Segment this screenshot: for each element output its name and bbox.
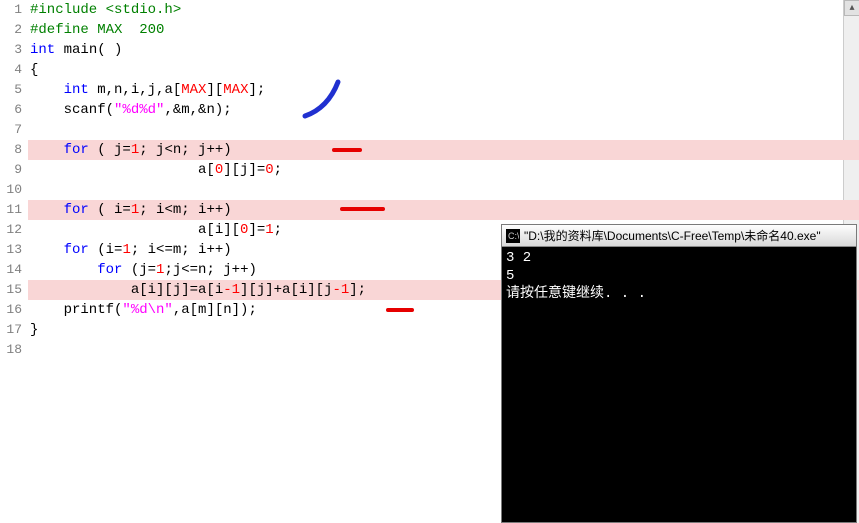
- code-token: [30, 242, 64, 258]
- code-content[interactable]: #define MAX 200: [28, 20, 859, 40]
- code-token: [30, 142, 64, 158]
- code-token: ];: [249, 82, 266, 98]
- code-line[interactable]: 5 int m,n,i,j,a[MAX][MAX];: [0, 80, 859, 100]
- code-token: ; i<m; i++): [139, 202, 231, 218]
- line-number: 17: [0, 320, 28, 340]
- code-token: -1: [223, 282, 240, 298]
- code-token: MAX: [223, 82, 248, 98]
- code-line[interactable]: 3int main( ): [0, 40, 859, 60]
- code-content[interactable]: for ( i=1; i<m; i++): [28, 200, 859, 220]
- line-number: 16: [0, 300, 28, 320]
- console-title: "D:\我的资料库\Documents\C-Free\Temp\未命名40.ex…: [524, 227, 852, 244]
- code-token: 0: [215, 162, 223, 178]
- line-number: 9: [0, 160, 28, 180]
- code-line[interactable]: 6 scanf("%d%d",&m,&n);: [0, 100, 859, 120]
- line-number: 11: [0, 200, 28, 220]
- code-token: for: [97, 262, 122, 278]
- line-number: 5: [0, 80, 28, 100]
- code-line[interactable]: 7: [0, 120, 859, 140]
- code-content[interactable]: #include <stdio.h>: [28, 0, 859, 20]
- code-token: -1: [332, 282, 349, 298]
- line-number: 18: [0, 340, 28, 360]
- code-token: ;: [274, 222, 282, 238]
- code-token: MAX: [181, 82, 206, 98]
- code-token: "%d%d": [114, 102, 164, 118]
- code-token: for: [64, 142, 89, 158]
- code-token: ];: [349, 282, 366, 298]
- code-token: scanf(: [30, 102, 114, 118]
- code-token: a[: [30, 162, 215, 178]
- code-token: ][j]=: [223, 162, 265, 178]
- code-token: ]=: [248, 222, 265, 238]
- code-token: ( j=: [89, 142, 131, 158]
- svg-text:C:\: C:\: [508, 231, 519, 241]
- code-content[interactable]: {: [28, 60, 859, 80]
- line-number: 2: [0, 20, 28, 40]
- code-content[interactable]: for ( j=1; j<n; j++): [28, 140, 859, 160]
- code-token: ;j<=n; j++): [164, 262, 256, 278]
- line-number: 14: [0, 260, 28, 280]
- code-content[interactable]: int m,n,i,j,a[MAX][MAX];: [28, 80, 859, 100]
- console-titlebar[interactable]: C:\ "D:\我的资料库\Documents\C-Free\Temp\未命名4…: [502, 225, 856, 247]
- code-token: ; i<=m; i++): [131, 242, 232, 258]
- code-token: [30, 262, 97, 278]
- code-token: ( i=: [89, 202, 131, 218]
- code-token: for: [64, 242, 89, 258]
- code-line[interactable]: 1#include <stdio.h>: [0, 0, 859, 20]
- code-line[interactable]: 2#define MAX 200: [0, 20, 859, 40]
- code-token: ,&m,&n);: [164, 102, 231, 118]
- line-number: 4: [0, 60, 28, 80]
- code-token: ,a[m][n]);: [173, 302, 257, 318]
- code-token: ; j<n; j++): [139, 142, 231, 158]
- code-token: 0: [265, 162, 273, 178]
- terminal-icon: C:\: [506, 229, 520, 243]
- code-token: a[i][j]=a[i: [30, 282, 223, 298]
- code-token: int: [64, 82, 89, 98]
- line-number: 13: [0, 240, 28, 260]
- code-token: ][: [206, 82, 223, 98]
- line-number: 6: [0, 100, 28, 120]
- code-token: (j=: [122, 262, 156, 278]
- line-number: 3: [0, 40, 28, 60]
- code-token: 1: [265, 222, 273, 238]
- code-token: 1: [122, 242, 130, 258]
- code-token: "%d\n": [122, 302, 172, 318]
- console-window[interactable]: C:\ "D:\我的资料库\Documents\C-Free\Temp\未命名4…: [501, 224, 857, 523]
- code-token: [30, 202, 64, 218]
- line-number: 12: [0, 220, 28, 240]
- code-line[interactable]: 9 a[0][j]=0;: [0, 160, 859, 180]
- code-token: ;: [274, 162, 282, 178]
- line-number: 8: [0, 140, 28, 160]
- code-line[interactable]: 10: [0, 180, 859, 200]
- code-token: 1: [131, 202, 139, 218]
- code-token: main( ): [55, 42, 122, 58]
- line-number: 10: [0, 180, 28, 200]
- code-content[interactable]: a[0][j]=0;: [28, 160, 859, 180]
- code-content[interactable]: scanf("%d%d",&m,&n);: [28, 100, 859, 120]
- code-content[interactable]: int main( ): [28, 40, 859, 60]
- code-token: a[i][: [30, 222, 240, 238]
- code-line[interactable]: 8 for ( j=1; j<n; j++): [0, 140, 859, 160]
- code-line[interactable]: 11 for ( i=1; i<m; i++): [0, 200, 859, 220]
- code-token: for: [64, 202, 89, 218]
- line-number: 7: [0, 120, 28, 140]
- code-token: 1: [131, 142, 139, 158]
- code-token: int: [30, 42, 55, 58]
- code-token: 200: [139, 22, 164, 38]
- console-output: 3 2 5 请按任意键继续. . .: [502, 247, 856, 305]
- code-token: m,n,i,j,a[: [89, 82, 181, 98]
- code-token: ][j]+a[i][j: [240, 282, 332, 298]
- code-token: {: [30, 62, 38, 78]
- code-line[interactable]: 4{: [0, 60, 859, 80]
- code-token: [30, 82, 64, 98]
- line-number: 1: [0, 0, 28, 20]
- line-number: 15: [0, 280, 28, 300]
- code-token: (i=: [89, 242, 123, 258]
- code-token: #define MAX: [30, 22, 139, 38]
- code-token: #include <stdio.h>: [30, 2, 181, 18]
- code-token: }: [30, 322, 38, 338]
- code-token: printf(: [30, 302, 122, 318]
